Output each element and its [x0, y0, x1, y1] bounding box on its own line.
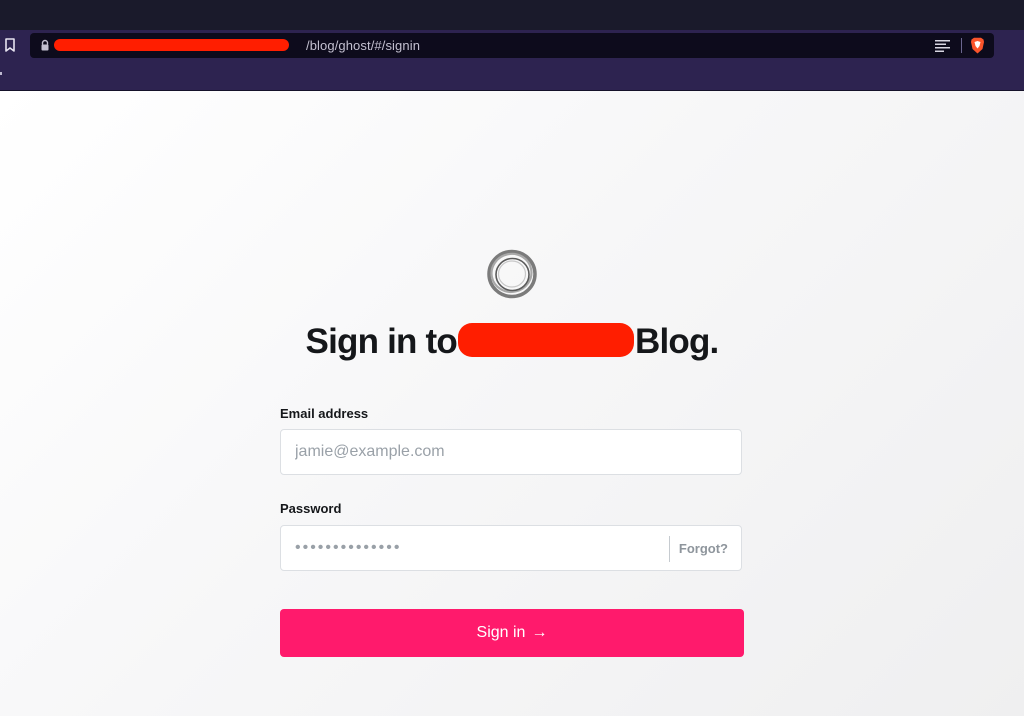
toolbar-overflow-mark — [0, 72, 2, 75]
url-divider — [961, 38, 962, 53]
signin-page: Sign in to Blog. Email address Password F… — [0, 91, 1024, 716]
email-field-wrapper — [280, 429, 742, 475]
arrow-right-icon: → — [531, 624, 548, 641]
password-label: Password — [280, 501, 342, 516]
signin-title-prefix: Sign in to — [305, 322, 458, 361]
bookmark-icon[interactable] — [3, 37, 17, 53]
password-divider — [669, 536, 670, 562]
address-bar[interactable]: /blog/ghost/#/signin — [30, 33, 994, 58]
signin-button-label: Sign in — [476, 624, 526, 641]
title-redaction — [457, 323, 634, 357]
browser-tab-strip — [0, 0, 1024, 30]
password-field-wrapper: Forgot? — [280, 525, 742, 571]
lock-icon — [40, 39, 50, 52]
reader-mode-icon[interactable] — [935, 39, 950, 52]
signin-title-suffix: Blog. — [634, 322, 719, 361]
brave-shields-icon[interactable] — [970, 37, 985, 54]
email-field[interactable] — [281, 430, 741, 474]
signin-button[interactable]: Sign in → — [280, 609, 744, 657]
signin-title: Sign in to Blog. — [0, 322, 1024, 372]
browser-toolbar: /blog/ghost/#/signin — [0, 30, 1024, 91]
password-field[interactable] — [281, 526, 667, 570]
forgot-password-link[interactable]: Forgot? — [679, 541, 728, 556]
site-logo — [481, 243, 543, 305]
url-redaction — [54, 39, 289, 51]
email-label: Email address — [280, 406, 369, 421]
